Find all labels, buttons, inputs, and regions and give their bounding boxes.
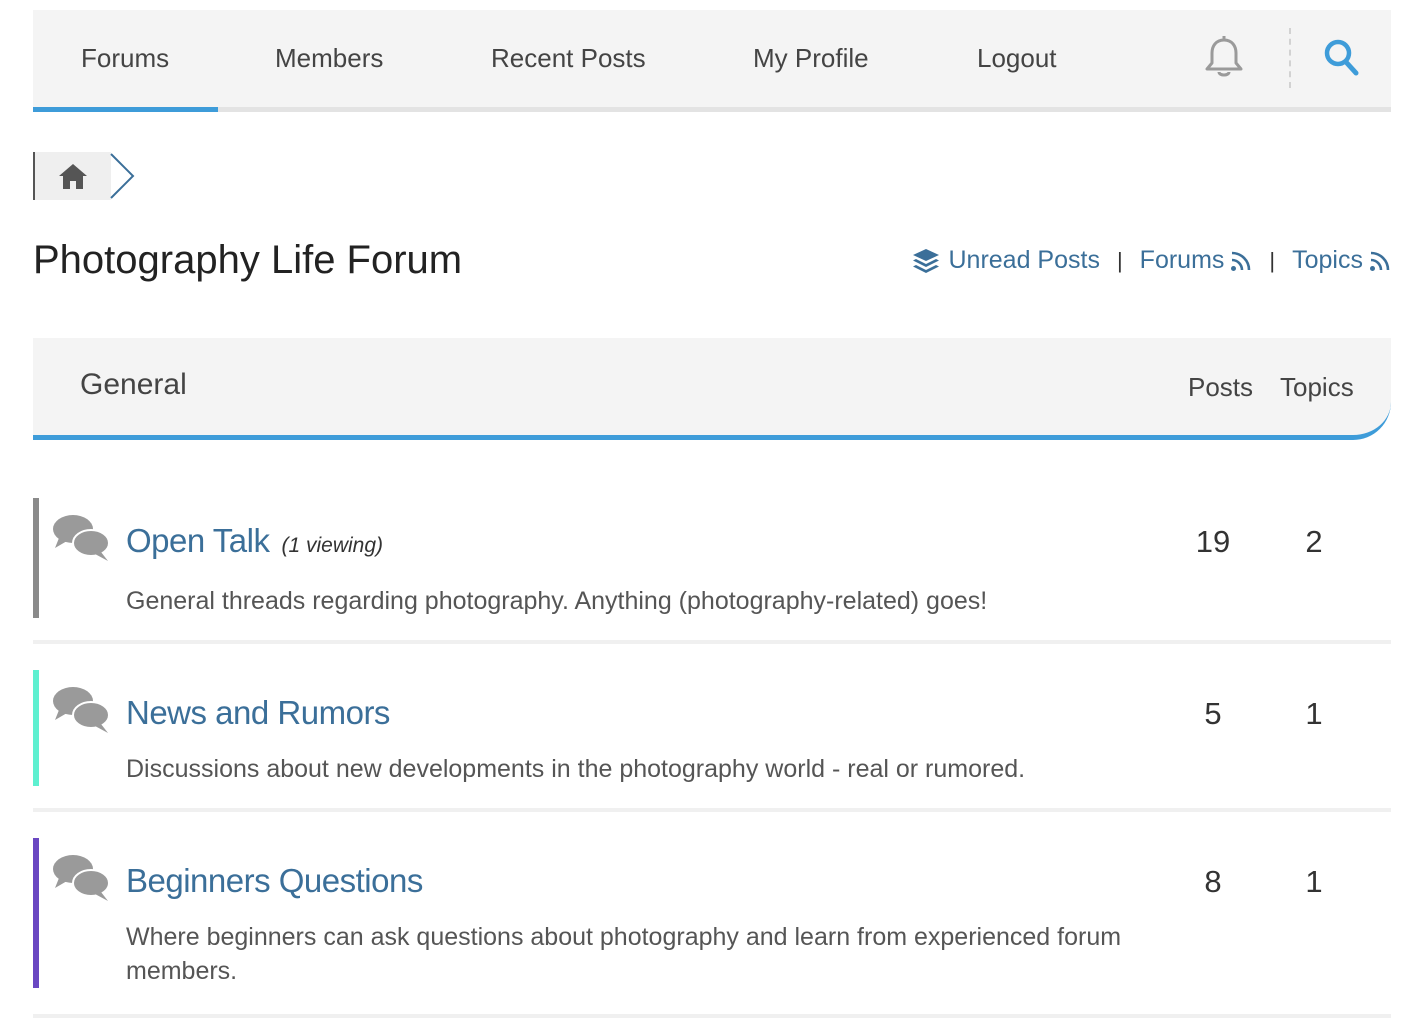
rss-icon	[1370, 251, 1390, 271]
forum-color-bar	[33, 838, 39, 988]
rss-icon	[1231, 251, 1251, 271]
forum-post-count: 8	[1204, 864, 1222, 899]
topics-feed-link[interactable]: Topics	[1292, 246, 1391, 275]
page: Forums Members Recent Posts My Profile L…	[32, 10, 1391, 1018]
forum-topic-count: 1	[1305, 696, 1323, 731]
feed-links: Unread Posts | Forums | Topics	[912, 246, 1391, 275]
bell-icon[interactable]	[1203, 35, 1245, 79]
nav-forums[interactable]: Forums	[32, 10, 219, 112]
breadcrumb-chevron-icon	[110, 153, 135, 199]
forum-description: General threads regarding photography. A…	[126, 587, 988, 615]
forum-title-link[interactable]: News and Rumors	[126, 694, 390, 732]
forum-color-bar	[33, 670, 39, 786]
comments-icon	[53, 515, 110, 561]
comments-icon	[53, 855, 110, 901]
viewing-count: (1 viewing)	[281, 534, 384, 557]
forum-row: Beginners Questions Where beginners can …	[33, 838, 1391, 1018]
topics-feed-label: Topics	[1292, 246, 1363, 274]
forum-title-link[interactable]: Open Talk (1 viewing)	[126, 522, 383, 560]
col-posts-header: Posts	[1188, 372, 1254, 402]
search-icon[interactable]	[1323, 38, 1359, 76]
forum-title-link[interactable]: Beginners Questions	[126, 862, 423, 900]
forums-feed-label: Forums	[1139, 246, 1225, 274]
nav-logout[interactable]: Logout	[977, 10, 1057, 107]
unread-posts-link[interactable]: Unread Posts	[912, 246, 1100, 275]
layers-icon	[913, 248, 940, 273]
col-topics-header: Topics	[1280, 372, 1354, 402]
nav-members[interactable]: Members	[275, 10, 383, 107]
forum-post-count: 5	[1204, 696, 1222, 731]
category-header: General Posts Topics	[33, 338, 1391, 440]
nav-my-profile[interactable]: My Profile	[753, 10, 869, 107]
forum-post-count: 19	[1195, 524, 1231, 559]
forum-topic-count: 1	[1305, 864, 1323, 899]
forum-row: News and Rumors Discussions about new de…	[33, 670, 1391, 812]
forum-row: Open Talk (1 viewing) General threads reg…	[33, 498, 1391, 644]
link-separator: |	[1116, 247, 1123, 273]
top-nav: Forums Members Recent Posts My Profile L…	[32, 10, 1391, 112]
page-title: Photography Life Forum	[33, 238, 463, 282]
comments-icon	[53, 687, 110, 733]
unread-posts-label: Unread Posts	[948, 246, 1100, 274]
nav-recent-posts[interactable]: Recent Posts	[491, 10, 646, 107]
nav-divider	[1289, 28, 1291, 88]
link-separator: |	[1269, 247, 1276, 273]
forum-topic-count: 2	[1305, 524, 1323, 559]
breadcrumb-home[interactable]	[33, 152, 111, 200]
breadcrumb	[33, 152, 137, 200]
forums-feed-link[interactable]: Forums	[1140, 246, 1253, 275]
forum-color-bar	[33, 498, 39, 618]
forum-title: Open Talk	[126, 522, 270, 559]
forum-description: Discussions about new developments in th…	[126, 755, 1026, 783]
forum-description: Where beginners can ask questions about …	[126, 923, 1122, 985]
category-name: General	[80, 368, 187, 401]
home-icon	[59, 164, 87, 189]
